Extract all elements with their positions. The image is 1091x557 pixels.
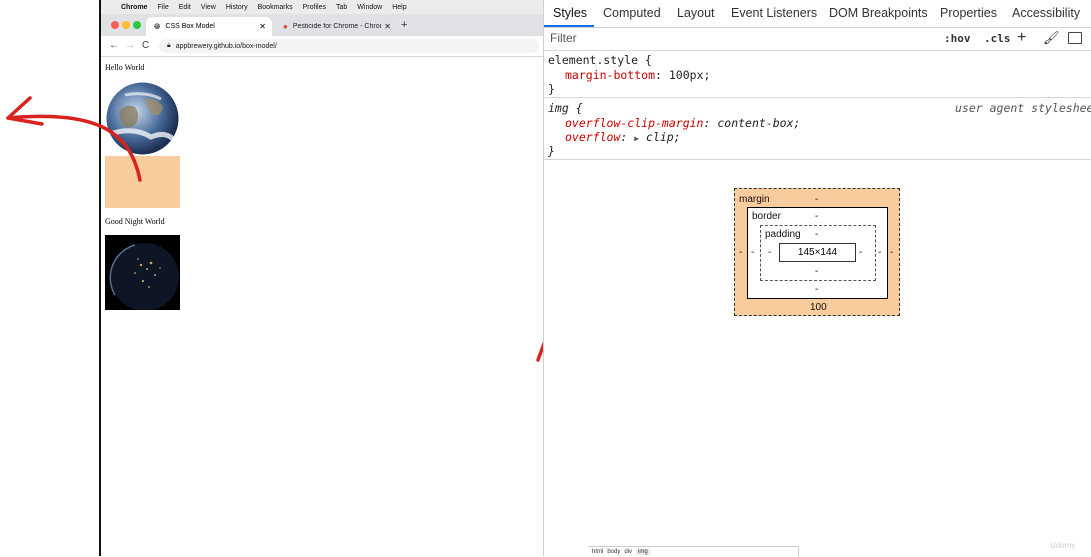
style-rule-element: element.style { margin-bottom: 100px; }: [544, 51, 1091, 98]
annotation-arrowhead-left: [6, 96, 44, 126]
watermark-logo: Udemy: [1050, 541, 1076, 550]
padding-right-value[interactable]: -: [859, 247, 862, 258]
border-top-value[interactable]: -: [815, 211, 818, 222]
rule-declaration[interactable]: margin-bottom: 100px;: [565, 68, 710, 82]
property-name[interactable]: margin-bottom: [565, 68, 655, 82]
property-name: overflow-clip-margin: [565, 116, 704, 130]
padding-bottom-value[interactable]: -: [815, 266, 818, 277]
paintbrush-icon[interactable]: 🖌︎: [1043, 30, 1060, 46]
content-size[interactable]: 145×144: [798, 247, 837, 258]
breadcrumb-body[interactable]: body: [607, 549, 620, 555]
tab-event-listeners[interactable]: Event Listeners: [731, 6, 817, 20]
margin-bottom-value[interactable]: 100: [810, 302, 827, 313]
padding-top-value[interactable]: -: [815, 229, 818, 240]
border-right-value[interactable]: -: [878, 247, 881, 258]
margin-top-value[interactable]: -: [815, 194, 818, 205]
rule-declaration: overflow-clip-margin: content-box;: [565, 116, 801, 130]
border-bottom-value[interactable]: -: [815, 284, 818, 295]
annotation-arrow-left: [6, 114, 142, 182]
border-label: border: [752, 211, 781, 222]
padding-label: padding: [765, 229, 801, 240]
margin-left-value[interactable]: -: [739, 247, 742, 258]
rule-close-brace: }: [548, 82, 555, 96]
tab-layout[interactable]: Layout: [677, 6, 715, 20]
toggle-sidebar-icon[interactable]: [1068, 32, 1082, 44]
margin-label: margin: [739, 194, 770, 205]
padding-left-value[interactable]: -: [768, 247, 771, 258]
property-value: content-box;: [717, 116, 801, 130]
expand-triangle-icon[interactable]: ▶: [634, 134, 639, 143]
tab-accessibility[interactable]: Accessibility: [1012, 6, 1080, 20]
tab-styles[interactable]: Styles: [553, 6, 587, 20]
breadcrumb-html[interactable]: html: [592, 549, 603, 555]
active-tab-indicator: [544, 25, 594, 27]
property-value[interactable]: 100px;: [669, 68, 711, 82]
margin-right-value[interactable]: -: [890, 247, 893, 258]
rule-declaration: overflow: ▶ clip;: [565, 130, 681, 144]
dom-breadcrumb: html body div img: [588, 546, 799, 557]
box-model-content[interactable]: 145×144: [779, 243, 856, 262]
styles-filter-bar: Filter :hov .cls + 🖌︎: [544, 28, 1091, 51]
cls-toggle[interactable]: .cls: [984, 32, 1011, 45]
breadcrumb-div[interactable]: div: [624, 549, 632, 555]
devtools-tab-bar: Styles Computed Layout Event Listeners D…: [544, 0, 1091, 28]
rule-selector[interactable]: element.style {: [548, 53, 652, 67]
new-style-rule-icon[interactable]: +: [1017, 29, 1026, 47]
tab-computed[interactable]: Computed: [603, 6, 661, 20]
breadcrumb-img[interactable]: img: [636, 549, 650, 555]
rule-origin: user agent stylesheet: [955, 101, 1091, 115]
border-left-value[interactable]: -: [751, 247, 754, 258]
tab-properties[interactable]: Properties: [940, 6, 997, 20]
property-name: overflow: [565, 130, 621, 144]
rule-selector[interactable]: img {: [548, 101, 583, 115]
property-value: clip;: [646, 130, 681, 144]
rule-close-brace: }: [548, 144, 555, 158]
hov-toggle[interactable]: :hov: [944, 32, 971, 45]
style-rule-img: img { user agent stylesheet overflow-cli…: [544, 99, 1091, 160]
filter-input[interactable]: Filter: [550, 31, 930, 45]
tab-dom-breakpoints[interactable]: DOM Breakpoints: [829, 6, 928, 20]
